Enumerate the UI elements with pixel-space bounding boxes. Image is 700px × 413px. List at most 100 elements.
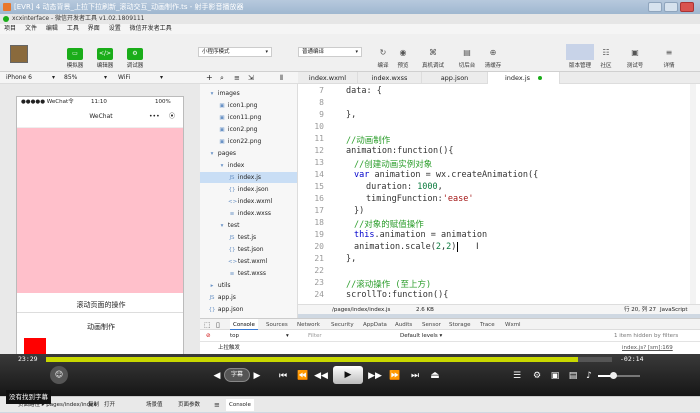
rewind-icon[interactable]: ⏪ (296, 368, 310, 384)
elapsed-time: 23:29 (18, 355, 38, 363)
details-icon[interactable]: ≡ (664, 48, 674, 58)
minimize-button[interactable] (648, 2, 662, 12)
previous-subtitle-icon[interactable]: ◀ (212, 368, 222, 384)
menu-icon[interactable]: ≡ (234, 72, 240, 84)
file-tree-item[interactable]: {} test.json (200, 244, 297, 255)
version-manage-label: 版本管理 (568, 63, 591, 69)
real-debug-icon[interactable]: ⌘ (428, 48, 438, 58)
close-button[interactable] (680, 2, 694, 12)
add-icon[interactable]: + (206, 72, 213, 84)
step-forward-icon[interactable]: ▶▶ (368, 368, 382, 384)
file-tree-item[interactable]: ▾ pages (200, 148, 297, 159)
file-tree-item[interactable]: ▣ icon22.png (200, 136, 297, 147)
tab-app-json[interactable]: app.json (422, 72, 488, 84)
animation-button[interactable]: 动画制作 (17, 319, 183, 335)
maximize-button[interactable] (664, 2, 678, 12)
menu-tools[interactable]: 工具 (67, 25, 79, 32)
preview-icon[interactable]: ◉ (398, 48, 408, 58)
subtitle-button[interactable]: 字幕 (224, 368, 250, 382)
device-select[interactable]: iPhone 6 (6, 72, 32, 84)
log-levels-select[interactable]: Default levels ▾ (400, 330, 442, 342)
editor-scrollbar[interactable] (690, 84, 696, 304)
file-tree-item[interactable]: {} index.json (200, 184, 297, 195)
simulator-button[interactable]: ▭ (67, 48, 83, 60)
scroll-page-button[interactable]: 滚动页面的操作 (17, 297, 183, 313)
tab-index-wxss[interactable]: index.wxss (358, 72, 422, 84)
copy-link[interactable]: 复制 (88, 397, 99, 413)
network-select[interactable]: WiFi (118, 72, 130, 84)
file-tree-item[interactable]: ▸ utils (200, 280, 297, 291)
zoom-select[interactable]: 85% (64, 72, 77, 84)
community-icon[interactable]: ☷ (601, 48, 611, 58)
test-account-icon[interactable]: ▣ (630, 48, 640, 58)
tab-index-wxml[interactable]: index.wxml (298, 72, 358, 84)
playlist-icon[interactable]: ☰ (510, 368, 524, 384)
avatar[interactable] (10, 45, 28, 63)
target-icon[interactable]: ⦿ (169, 108, 175, 126)
volume-icon[interactable]: ♪ (582, 368, 596, 384)
file-tree: ▾ images ▣ icon1.png ▣ icon11.png ▣ icon2.p… (200, 84, 298, 318)
tab-index-js[interactable]: index.js (488, 72, 560, 84)
search-icon[interactable]: ⌕ (220, 72, 224, 84)
code-editor[interactable]: 7 8 9 10 11 12 13 14 15 16 17 18 19 20 21 22 23 24 data: … (298, 84, 700, 304)
file-tree-item[interactable]: ▣ icon2.png (200, 124, 297, 135)
file-tree-item[interactable]: <> index.wxml (200, 196, 297, 207)
file-tree-item[interactable]: ▾ index (200, 160, 297, 171)
play-icon[interactable]: ▶ (333, 366, 363, 384)
next-subtitle-icon[interactable]: ▶ (252, 368, 262, 384)
code-line: //对象的赋值操作 (354, 220, 424, 230)
menu-view[interactable]: 界面 (88, 25, 100, 32)
compile-icon[interactable]: ↻ (378, 48, 388, 58)
filter-input[interactable]: Filter (308, 330, 322, 342)
fast-forward-icon[interactable]: ⏩ (388, 368, 402, 384)
menu-settings[interactable]: 设置 (109, 25, 121, 32)
switch-background-icon[interactable]: ▤ (462, 48, 472, 58)
log-source-link[interactable]: index.js? [sm]:169 (622, 342, 673, 354)
file-type-icon: <> (228, 199, 238, 205)
scene-value[interactable]: 场景值 (146, 397, 163, 413)
inner-title-text: xcxinterface - 微信开发者工具 v1.02.1809111 (12, 15, 145, 22)
context-select[interactable]: top (230, 330, 239, 342)
collapse-icon[interactable]: ⇲ (248, 72, 254, 84)
console-drawer-tab[interactable]: Console (226, 399, 254, 411)
split-icon[interactable]: ⫴ (280, 72, 283, 84)
fullscreen-icon[interactable]: ▣ (548, 368, 562, 384)
page-params[interactable]: 页面参数 (178, 397, 200, 413)
menu-file[interactable]: 文件 (25, 25, 37, 32)
mode-select[interactable]: 小程序模式 ▾ (198, 47, 272, 57)
file-tree-item[interactable]: ≡ index.wxss (200, 208, 297, 219)
file-tree-item[interactable]: JS app.js (200, 292, 297, 303)
file-type-icon: ▾ (220, 223, 224, 229)
account-icon[interactable]: ☺ (50, 366, 68, 384)
file-tree-item[interactable]: <> test.wxml (200, 256, 297, 267)
clear-console-icon[interactable]: ⊘ (206, 330, 211, 342)
step-back-icon[interactable]: ◀◀ (314, 368, 328, 384)
menu-edit[interactable]: 编辑 (46, 25, 58, 32)
menu-icon[interactable]: ≡ (214, 397, 220, 413)
window-icon[interactable]: ▤ (566, 368, 580, 384)
more-icon[interactable]: ••• (149, 108, 160, 126)
file-tree-item[interactable]: JS index.js (200, 172, 297, 183)
menu-devtools[interactable]: 微信开发者工具 (130, 25, 172, 32)
file-tree-item[interactable]: ▣ icon11.png (200, 112, 297, 123)
file-tree-item[interactable]: ▾ test (200, 220, 297, 231)
file-tree-item[interactable]: JS test.js (200, 232, 297, 243)
menu-project[interactable]: 项目 (4, 25, 16, 32)
editor-button[interactable]: </> (97, 48, 113, 60)
skip-end-icon[interactable]: ⏭ (408, 368, 422, 384)
clear-cache-icon[interactable]: ⊕ (488, 48, 498, 58)
file-tree-item[interactable]: ▣ icon1.png (200, 100, 297, 111)
file-tree-item[interactable]: ▾ images (200, 88, 297, 99)
file-type-icon: ▸ (210, 283, 214, 289)
file-tree-item[interactable]: {} app.json (200, 304, 297, 315)
window-title: [EVR] 4 动态背景_上拉下拉刷新_滚动交互_动画制作.ts - 射手影音播… (14, 3, 244, 11)
eject-icon[interactable]: ⏏ (428, 368, 442, 384)
debugger-button[interactable]: ⚙ (127, 48, 143, 60)
open-link[interactable]: 打开 (104, 397, 115, 413)
compile-mode-select[interactable]: 普通编译 ▾ (298, 47, 362, 57)
volume-slider-handle[interactable] (610, 372, 617, 379)
version-manage-icon[interactable] (566, 44, 594, 60)
file-tree-item[interactable]: ≡ test.wxss (200, 268, 297, 279)
skip-start-icon[interactable]: ⏮ (276, 368, 290, 384)
settings-icon[interactable]: ⚙ (530, 368, 544, 384)
